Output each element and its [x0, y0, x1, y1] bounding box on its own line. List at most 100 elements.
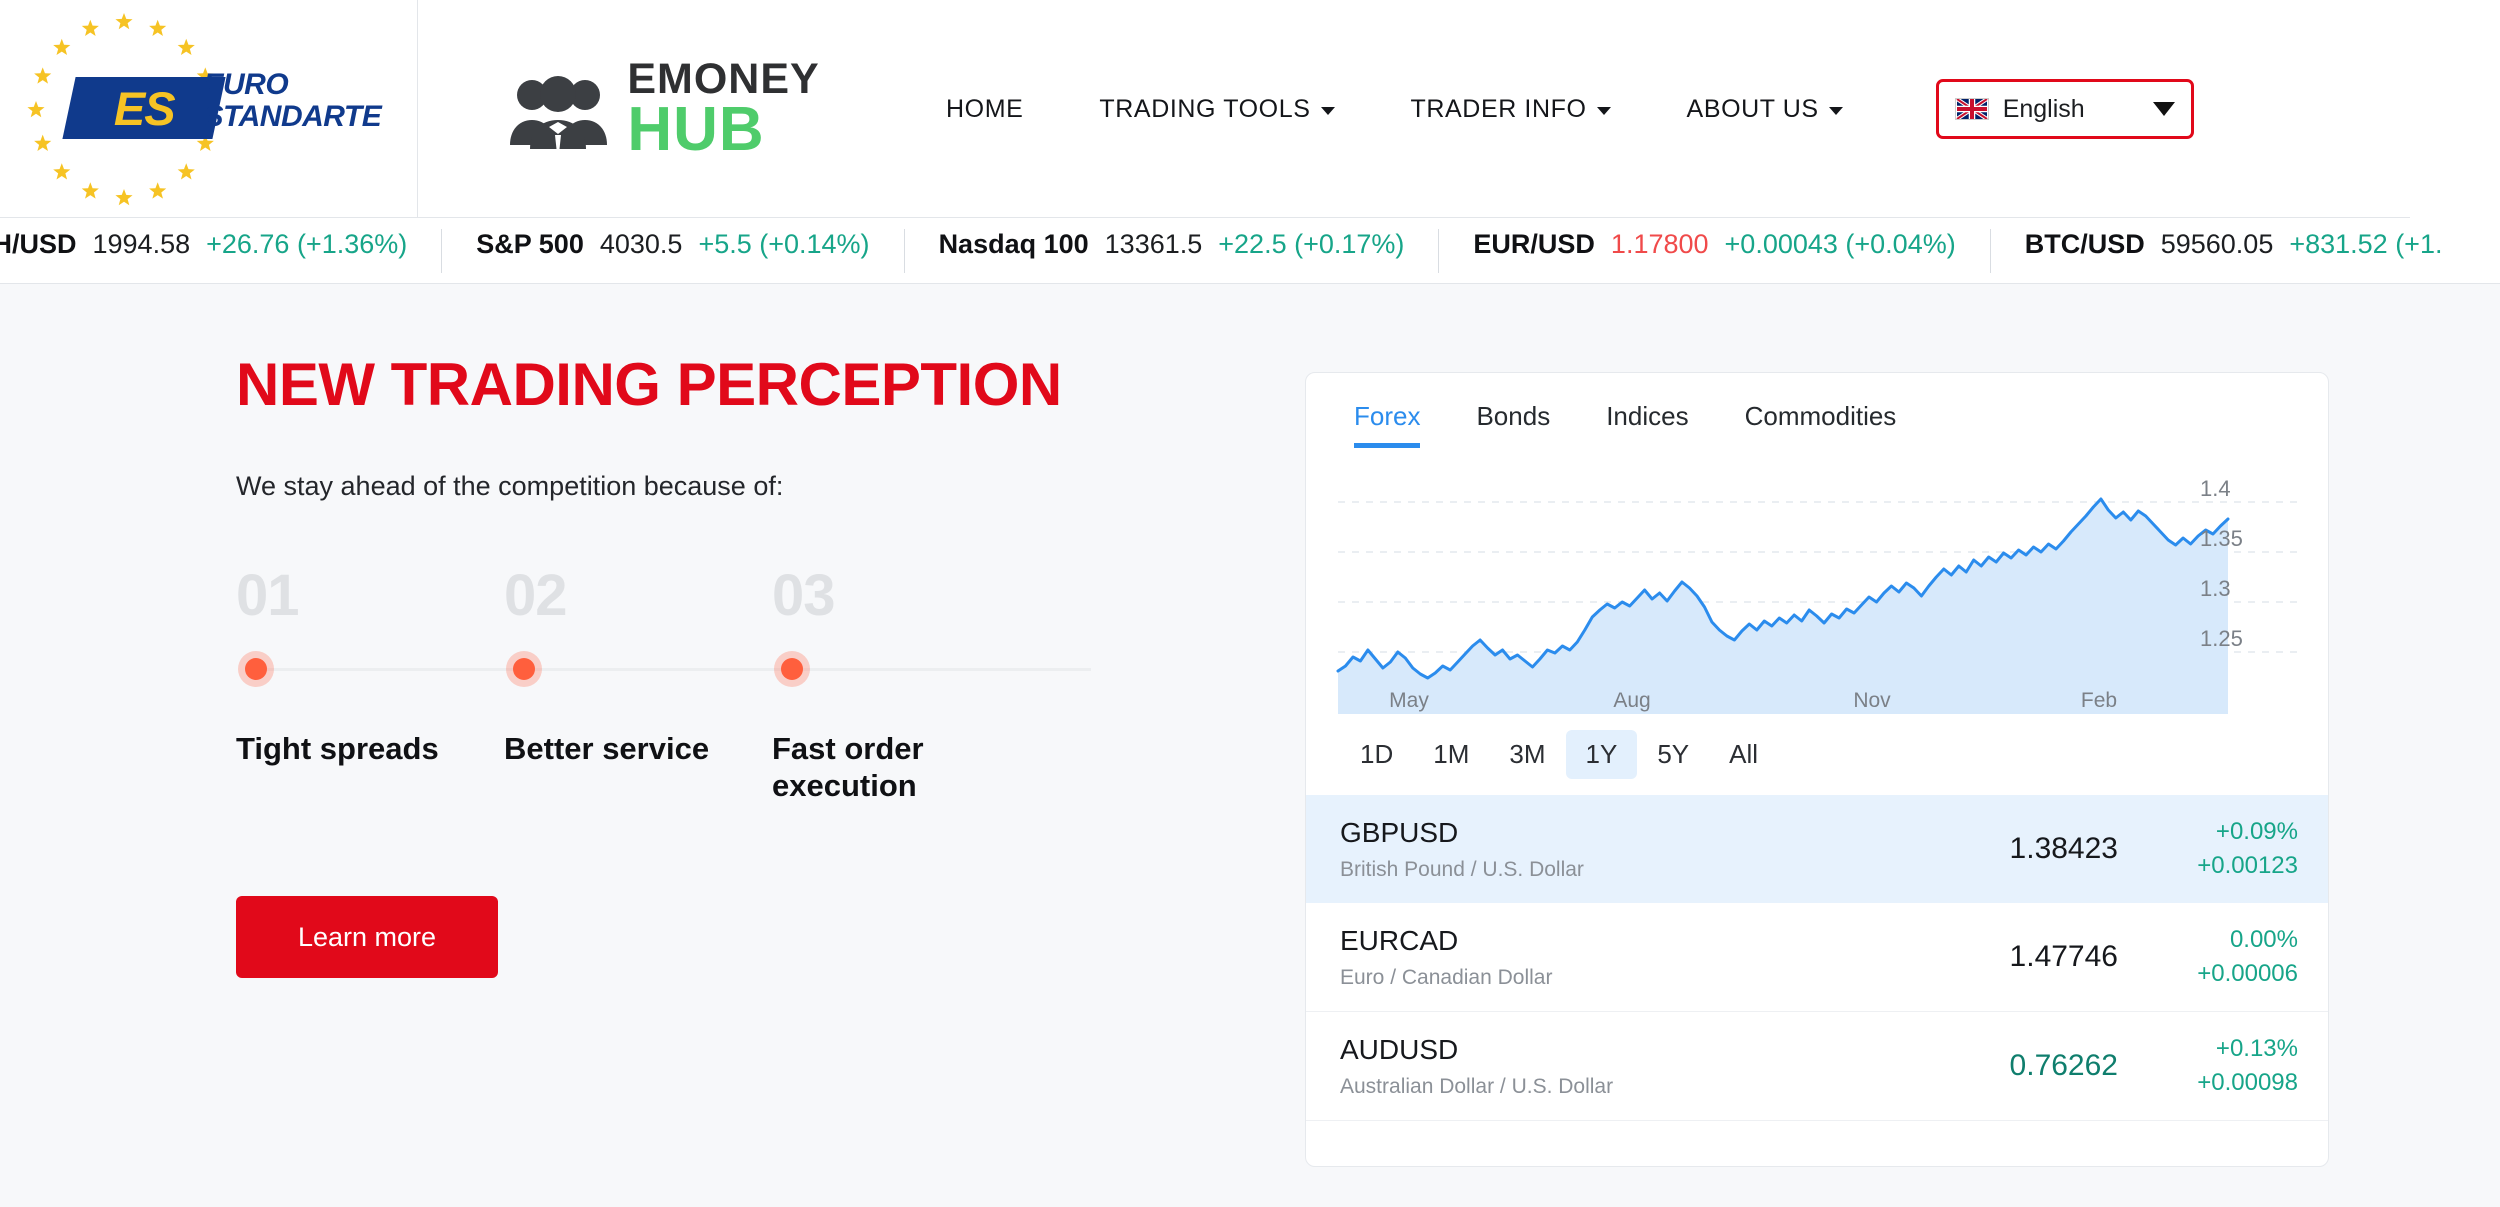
- nav-item-about-us-label: ABOUT US: [1686, 94, 1819, 123]
- market-widget-card: Forex Bonds Indices Commodities May Aug No…: [1305, 372, 2329, 1167]
- range-5y[interactable]: 5Y: [1637, 730, 1709, 779]
- chevron-down-icon: [1596, 107, 1611, 115]
- quote-description: Euro / Canadian Dollar: [1340, 965, 1553, 989]
- people-group-icon: [510, 75, 608, 149]
- quote-price: 1.47746: [2009, 940, 2118, 974]
- es-word-line1: EURO: [203, 68, 289, 101]
- stepper-dot[interactable]: [236, 647, 504, 691]
- ticker-price: 1994.58: [92, 228, 191, 259]
- quote-change-absolute: +0.00006: [2197, 960, 2298, 988]
- ticker-change: +22.5 (+0.17%): [1218, 228, 1405, 259]
- chevron-down-icon: [1320, 107, 1335, 115]
- benefits-stepper: 01 02 03 Tight spreads Better service Fa…: [236, 562, 1096, 804]
- ticker-item[interactable]: Nasdaq 100 13361.5 +22.5 (+0.17%): [905, 228, 1440, 273]
- nav-item-trader-info[interactable]: TRADER INFO: [1373, 95, 1649, 124]
- quote-price: 0.76262: [2009, 1049, 2118, 1083]
- step-number: 03: [772, 563, 836, 628]
- brand-hub-text: HUB: [627, 94, 765, 164]
- ticker-symbol: EUR/USD: [1473, 228, 1595, 259]
- euro-standarte-logo[interactable]: ES EURO STANDARTE: [0, 0, 418, 218]
- stepper-dot[interactable]: [504, 647, 772, 691]
- ticker-symbol: BTC/USD: [2024, 228, 2145, 259]
- nav-item-home[interactable]: HOME: [908, 95, 1061, 124]
- range-3m[interactable]: 3M: [1489, 730, 1565, 779]
- range-1y[interactable]: 1Y: [1565, 730, 1638, 779]
- tab-indices[interactable]: Indices: [1578, 401, 1716, 448]
- ticker-change: +831.52 (+1.: [2289, 228, 2443, 259]
- es-badge: ES: [61, 77, 226, 139]
- step-number: 02: [504, 563, 568, 628]
- site-header: ES EURO STANDARTE EMONEY HUB HOME TRADIN…: [0, 0, 2500, 218]
- hero-section: NEW TRADING PERCEPTION We stay ahead of …: [236, 350, 1236, 979]
- range-all[interactable]: All: [1709, 730, 1778, 779]
- ticker-item[interactable]: S&P 500 4030.5 +5.5 (+0.14%): [442, 228, 905, 273]
- stepper-dot-core: [245, 658, 267, 680]
- svg-text:Feb: Feb: [2081, 689, 2117, 712]
- quote-row[interactable]: GBPUSD British Pound / U.S. Dollar 1.384…: [1306, 795, 2328, 904]
- quote-change-absolute: +0.00123: [2197, 852, 2298, 880]
- chevron-down-icon: [2152, 102, 2175, 116]
- quote-change: 0.00% +0.00006: [2118, 923, 2298, 991]
- quote-symbol: EURCAD: [1340, 924, 1459, 956]
- svg-text:Nov: Nov: [1853, 689, 1891, 712]
- range-1d[interactable]: 1D: [1340, 730, 1413, 779]
- ticker-price: 1.17800: [1610, 228, 1709, 259]
- quote-symbol: AUDUSD: [1340, 1033, 1459, 1065]
- emoney-hub-logo[interactable]: EMONEY HUB: [418, 57, 888, 164]
- widget-tabs: Forex Bonds Indices Commodities: [1306, 373, 2328, 448]
- ticker-symbol: TH/USD: [0, 228, 77, 259]
- quote-description: British Pound / U.S. Dollar: [1340, 857, 1584, 881]
- price-chart[interactable]: May Aug Nov Feb 1.25 1.3 1.35 1.4: [1328, 464, 2308, 714]
- ticker-price: 13361.5: [1104, 228, 1203, 259]
- es-word-line2: STANDARTE: [203, 100, 382, 133]
- nav-item-home-label: HOME: [946, 94, 1024, 123]
- nav-item-about-us[interactable]: ABOUT US: [1649, 95, 1881, 124]
- ticker-price: 59560.05: [2160, 228, 2274, 259]
- quote-row[interactable]: EURCAD Euro / Canadian Dollar 1.47746 0.…: [1306, 903, 2328, 1013]
- ticker-price: 4030.5: [599, 228, 683, 259]
- nav-item-trading-tools[interactable]: TRADING TOOLS: [1061, 95, 1372, 124]
- market-ticker-bar[interactable]: TH/USD 1994.58 +26.76 (+1.36%) S&P 500 4…: [0, 218, 2500, 284]
- quote-change: +0.09% +0.00123: [2118, 815, 2298, 883]
- es-badge-text: ES: [113, 81, 174, 135]
- language-selector-value: English: [2002, 94, 2085, 123]
- quote-change-percent: +0.09%: [2215, 818, 2298, 845]
- step-number: 01: [236, 563, 300, 628]
- step-label: Better service: [504, 731, 710, 766]
- nav-item-trader-info-label: TRADER INFO: [1410, 94, 1587, 123]
- quote-change: +0.13% +0.00098: [2118, 1032, 2298, 1100]
- quote-symbol: GBPUSD: [1340, 816, 1459, 848]
- hero-subtitle: We stay ahead of the competition because…: [236, 471, 784, 501]
- stepper-dot-core: [513, 658, 535, 680]
- quote-row[interactable]: AUDUSD Australian Dollar / U.S. Dollar 0…: [1306, 1012, 2328, 1122]
- language-selector[interactable]: English: [1935, 79, 2194, 139]
- nav-item-trading-tools-label: TRADING TOOLS: [1099, 94, 1311, 123]
- step-label: Fast order execution: [772, 731, 924, 803]
- chart-x-axis-labels: May Aug Nov Feb: [1389, 689, 2117, 712]
- es-wordmark: EURO STANDARTE: [204, 69, 382, 133]
- chart-y-tick: 1.25: [2200, 626, 2243, 651]
- quote-change-absolute: +0.00098: [2197, 1069, 2298, 1097]
- ticker-change: +5.5 (+0.14%): [698, 228, 870, 259]
- chart-y-axis-labels: 1.25 1.3 1.35 1.4: [2200, 464, 2290, 714]
- tab-forex[interactable]: Forex: [1336, 401, 1448, 448]
- tab-commodities[interactable]: Commodities: [1717, 401, 1925, 448]
- stepper-dot[interactable]: [772, 647, 1040, 691]
- step-label: Tight spreads: [236, 731, 439, 766]
- chevron-down-icon: [1828, 107, 1843, 115]
- ticker-item[interactable]: EUR/USD 1.17800 +0.00043 (+0.04%): [1439, 228, 1991, 273]
- tab-bonds[interactable]: Bonds: [1448, 401, 1578, 448]
- ticker-symbol: S&P 500: [476, 228, 584, 259]
- quote-change-percent: 0.00%: [2229, 926, 2298, 954]
- chart-range-selector: 1D 1M 3M 1Y 5Y All: [1306, 714, 2328, 789]
- stepper-dot-core: [781, 658, 803, 680]
- quote-price: 1.38423: [2009, 832, 2118, 866]
- learn-more-button[interactable]: Learn more: [236, 896, 498, 979]
- quote-description: Australian Dollar / U.S. Dollar: [1340, 1074, 1614, 1098]
- range-1m[interactable]: 1M: [1413, 730, 1489, 779]
- ticker-item[interactable]: TH/USD 1994.58 +26.76 (+1.36%): [0, 228, 443, 273]
- ticker-item[interactable]: BTC/USD 59560.05 +831.52 (+1.: [1991, 229, 2477, 273]
- svg-text:Aug: Aug: [1613, 689, 1650, 712]
- svg-text:May: May: [1389, 689, 1429, 712]
- ticker-change: +0.00043 (+0.04%): [1724, 228, 1956, 259]
